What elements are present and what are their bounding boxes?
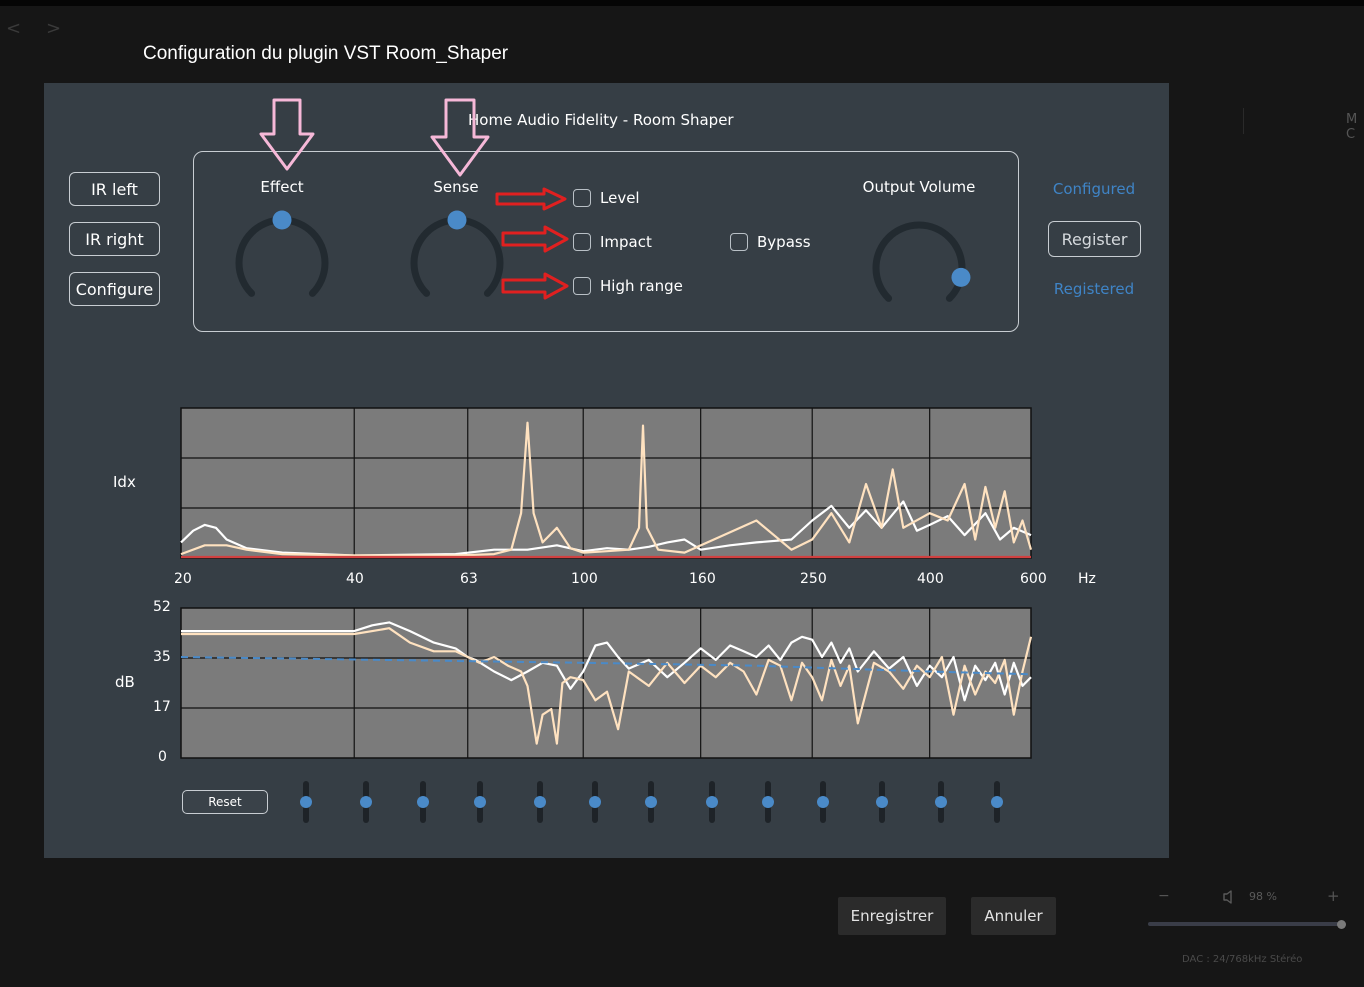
y-tick-label: 35 xyxy=(153,649,171,665)
volume-up-button[interactable]: + xyxy=(1327,887,1340,905)
eq-slider[interactable] xyxy=(588,781,602,823)
high-range-label: High range xyxy=(600,277,683,295)
effect-knob[interactable] xyxy=(230,207,334,311)
slider-thumb[interactable] xyxy=(360,796,372,808)
knob-track xyxy=(410,216,504,297)
configured-status: Configured xyxy=(1052,180,1136,198)
reset-button[interactable]: Reset xyxy=(182,790,268,814)
level-label: Level xyxy=(600,189,640,207)
eq-slider[interactable] xyxy=(533,781,547,823)
dialog-title: Configuration du plugin VST Room_Shaper xyxy=(143,43,509,64)
volume-down-button[interactable]: − xyxy=(1158,888,1170,904)
slider-thumb[interactable] xyxy=(474,796,486,808)
knob-indicator xyxy=(272,210,292,230)
right-edge-text: M C xyxy=(1346,112,1358,142)
configure-button[interactable]: Configure xyxy=(69,272,160,306)
x-tick-label: 63 xyxy=(460,571,478,587)
y-tick-label: 52 xyxy=(153,599,171,615)
knob-track xyxy=(235,216,329,297)
impact-checkbox[interactable]: Impact xyxy=(573,233,652,251)
output-volume-knob[interactable] xyxy=(867,212,971,316)
x-tick-label: 100 xyxy=(571,571,598,587)
nav-back-icon[interactable]: < xyxy=(6,18,21,39)
y-tick-label: 0 xyxy=(158,749,167,765)
output-volume-label: Output Volume xyxy=(862,178,976,196)
dac-info: DAC : 24/768kHz Stéréo xyxy=(1182,954,1303,965)
bypass-label: Bypass xyxy=(757,233,811,251)
nav-forward-icon[interactable]: > xyxy=(46,18,61,39)
speaker-icon xyxy=(1223,890,1232,904)
plugin-title: Home Audio Fidelity - Room Shaper xyxy=(468,111,734,129)
right-arrow-icon xyxy=(501,225,569,253)
slider-thumb[interactable] xyxy=(935,796,947,808)
eq-slider[interactable] xyxy=(416,781,430,823)
slider-thumb[interactable] xyxy=(876,796,888,808)
x-tick-label: 250 xyxy=(800,571,827,587)
slider-thumb[interactable] xyxy=(706,796,718,808)
slider-thumb[interactable] xyxy=(417,796,429,808)
idx-chart xyxy=(180,407,1032,559)
eq-slider[interactable] xyxy=(644,781,658,823)
bypass-checkbox[interactable]: Bypass xyxy=(730,233,811,251)
eq-slider[interactable] xyxy=(816,781,830,823)
eq-slider[interactable] xyxy=(359,781,373,823)
eq-slider[interactable] xyxy=(473,781,487,823)
ir-left-button[interactable]: IR left xyxy=(69,172,160,206)
eq-slider[interactable] xyxy=(875,781,889,823)
eq-slider[interactable] xyxy=(934,781,948,823)
eq-slider[interactable] xyxy=(705,781,719,823)
right-arrow-icon xyxy=(495,187,567,211)
eq-slider[interactable] xyxy=(761,781,775,823)
impact-label: Impact xyxy=(600,233,652,251)
x-tick-label: 160 xyxy=(689,571,716,587)
db-chart xyxy=(180,607,1032,759)
checkbox-box[interactable] xyxy=(573,189,591,207)
register-button[interactable]: Register xyxy=(1048,221,1141,257)
slider-thumb[interactable] xyxy=(300,796,312,808)
checkbox-box[interactable] xyxy=(573,233,591,251)
registered-status: Registered xyxy=(1053,280,1135,298)
slider-thumb[interactable] xyxy=(817,796,829,808)
knob-track xyxy=(872,221,966,302)
top-bar xyxy=(0,0,1364,6)
ir-right-button[interactable]: IR right xyxy=(69,222,160,256)
knob-indicator xyxy=(447,210,467,230)
cancel-button[interactable]: Annuler xyxy=(971,897,1056,935)
checkbox-box[interactable] xyxy=(573,277,591,295)
divider xyxy=(1243,108,1244,134)
volume-slider-track[interactable] xyxy=(1148,922,1344,926)
volume-percent: 98 % xyxy=(1249,890,1277,903)
slider-thumb[interactable] xyxy=(762,796,774,808)
right-arrow-icon xyxy=(501,272,569,300)
effect-label: Effect xyxy=(260,178,304,196)
x-tick-label: 40 xyxy=(346,571,364,587)
x-tick-label: 600 xyxy=(1020,571,1047,587)
plot-area xyxy=(180,407,1032,559)
down-arrow-icon xyxy=(430,98,490,177)
eq-slider[interactable] xyxy=(299,781,313,823)
hz-axis-label: Hz xyxy=(1078,571,1096,587)
down-arrow-icon xyxy=(259,98,315,171)
save-button[interactable]: Enregistrer xyxy=(838,897,946,935)
slider-thumb[interactable] xyxy=(991,796,1003,808)
slider-thumb[interactable] xyxy=(589,796,601,808)
volume-slider-thumb[interactable] xyxy=(1337,920,1346,929)
slider-thumb[interactable] xyxy=(534,796,546,808)
eq-slider[interactable] xyxy=(990,781,1004,823)
sense-knob[interactable] xyxy=(405,207,509,311)
sense-label: Sense xyxy=(433,178,479,196)
idx-axis-label: Idx xyxy=(113,473,136,491)
db-axis-label: dB xyxy=(115,673,135,691)
y-tick-label: 17 xyxy=(153,699,171,715)
level-checkbox[interactable]: Level xyxy=(573,189,640,207)
x-tick-label: 400 xyxy=(917,571,944,587)
knob-indicator xyxy=(951,267,971,287)
slider-thumb[interactable] xyxy=(645,796,657,808)
x-tick-label: 20 xyxy=(174,571,192,587)
checkbox-box[interactable] xyxy=(730,233,748,251)
high-range-checkbox[interactable]: High range xyxy=(573,277,683,295)
